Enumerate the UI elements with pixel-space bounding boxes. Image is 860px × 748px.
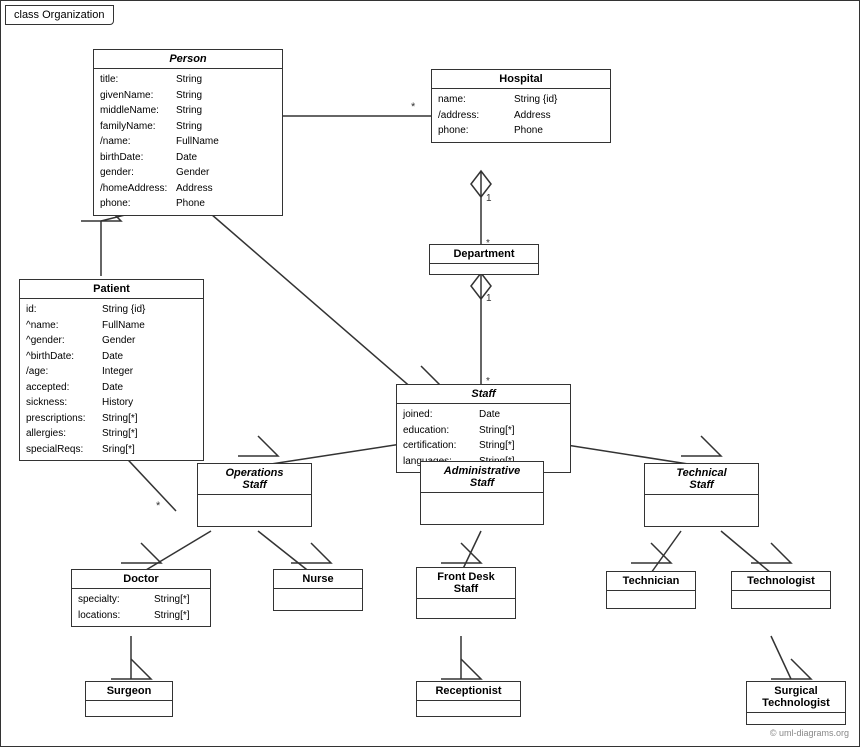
class-staff: Staff joined:Date education:String[*] ce… [396,384,571,473]
class-department: Department [429,244,539,275]
class-doctor: Doctor specialty:String[*] locations:Str… [71,569,211,627]
class-surgical-technologist-name: Surgical Technologist [747,682,845,713]
class-person: Person title:String givenName:String mid… [93,49,283,216]
class-doctor-name: Doctor [72,570,210,589]
class-administrative-staff-name: Administrative Staff [421,462,543,493]
class-doctor-attrs: specialty:String[*] locations:String[*] [72,589,210,626]
class-department-attrs [430,264,538,274]
svg-text:1: 1 [486,193,492,204]
class-technician-name: Technician [607,572,695,591]
class-technical-staff-name: Technical Staff [645,464,758,495]
svg-text:*: * [156,500,161,512]
class-patient-name: Patient [20,280,203,299]
class-hospital: Hospital name:String {id} /address:Addre… [431,69,611,143]
class-surgeon-name: Surgeon [86,682,172,701]
class-person-attrs: title:String givenName:String middleName… [94,69,282,215]
svg-text:1: 1 [486,293,492,304]
class-receptionist: Receptionist [416,681,521,717]
class-person-name: Person [94,50,282,69]
class-surgical-technologist: Surgical Technologist [746,681,846,725]
class-hospital-name: Hospital [432,70,610,89]
class-staff-name: Staff [397,385,570,404]
class-patient-attrs: id:String {id} ^name:FullName ^gender:Ge… [20,299,203,460]
class-operations-staff-name: Operations Staff [198,464,311,495]
class-department-name: Department [430,245,538,264]
class-front-desk-staff-name: Front Desk Staff [417,568,515,599]
class-hospital-attrs: name:String {id} /address:Address phone:… [432,89,610,142]
class-technologist: Technologist [731,571,831,609]
class-front-desk-staff: Front Desk Staff [416,567,516,619]
class-operations-staff: Operations Staff [197,463,312,527]
class-patient: Patient id:String {id} ^name:FullName ^g… [19,279,204,461]
class-nurse: Nurse [273,569,363,611]
diagram-title: class Organization [5,5,114,25]
watermark: © uml-diagrams.org [770,728,849,738]
class-technician: Technician [606,571,696,609]
class-technologist-name: Technologist [732,572,830,591]
class-administrative-staff: Administrative Staff [420,461,544,525]
svg-text:*: * [411,101,416,113]
class-nurse-name: Nurse [274,570,362,589]
class-technical-staff: Technical Staff [644,463,759,527]
diagram-container: class Organization * * 1 * 1 * [0,0,860,747]
class-surgeon: Surgeon [85,681,173,717]
class-receptionist-name: Receptionist [417,682,520,701]
